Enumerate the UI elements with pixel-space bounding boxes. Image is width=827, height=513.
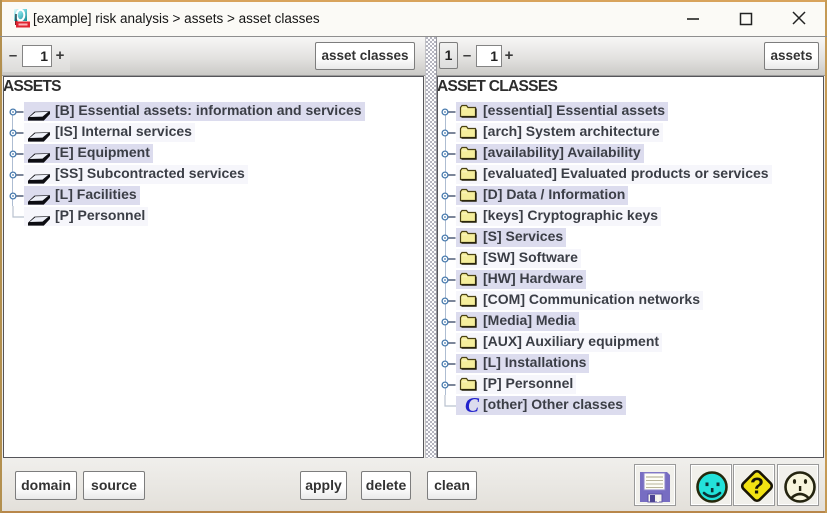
- svg-text:?: ?: [750, 473, 764, 499]
